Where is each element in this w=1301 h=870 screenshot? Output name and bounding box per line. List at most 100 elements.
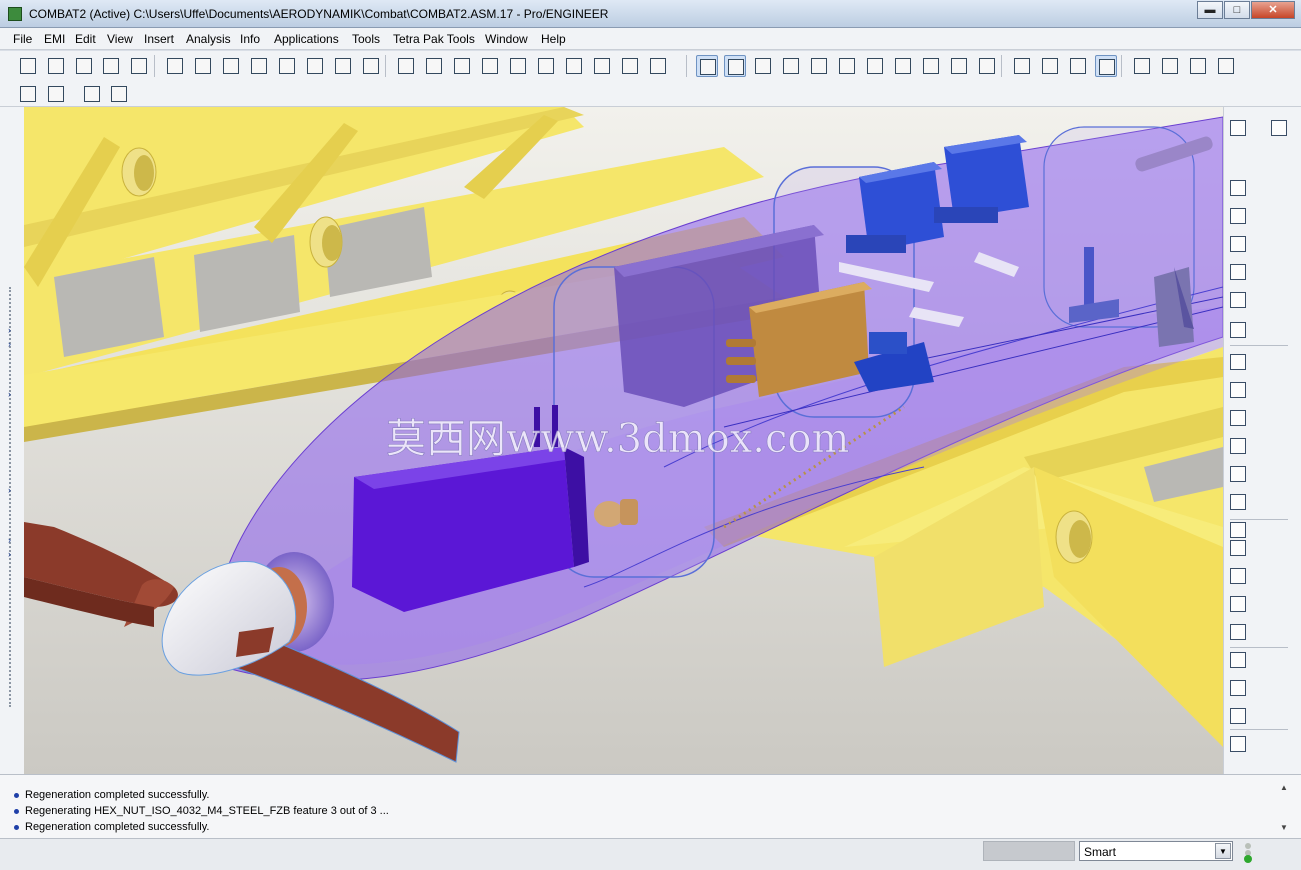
copy-icon[interactable]: [1227, 379, 1249, 401]
model-display-icon[interactable]: [976, 55, 998, 77]
sash-grip[interactable]: [9, 287, 15, 707]
menu-tetra-pak-tools[interactable]: Tetra Pak Tools: [393, 32, 475, 46]
arrow-right-icon[interactable]: [248, 55, 270, 77]
layers-icon[interactable]: [948, 55, 970, 77]
axis-icon[interactable]: [1227, 233, 1249, 255]
regenerate-tree-icon[interactable]: [563, 55, 585, 77]
cut-icon[interactable]: [451, 55, 473, 77]
blank-page-icon[interactable]: [192, 55, 214, 77]
menu-emi[interactable]: EMI: [44, 32, 65, 46]
window-icon[interactable]: [45, 55, 67, 77]
datum-points-icon[interactable]: [1187, 55, 1209, 77]
copy-icon[interactable]: [479, 55, 501, 77]
selection-filter-select[interactable]: Smart ▼: [1079, 841, 1233, 861]
expand-arrow-icon[interactable]: ›: [8, 549, 11, 559]
pan-icon[interactable]: [780, 55, 802, 77]
plane-icon[interactable]: [1227, 205, 1249, 227]
zoom-in-icon[interactable]: [808, 55, 830, 77]
menu-help[interactable]: Help: [541, 32, 566, 46]
export-pdf-icon[interactable]: [332, 55, 354, 77]
model-check-icon[interactable]: [81, 83, 103, 105]
zoom-out-icon[interactable]: [836, 55, 858, 77]
groups-icon[interactable]: [1227, 733, 1249, 755]
curve-icon[interactable]: [1227, 177, 1249, 199]
point-icon[interactable]: [1227, 289, 1249, 311]
regenerate-icon[interactable]: [100, 55, 122, 77]
menu-applications[interactable]: Applications: [274, 32, 339, 46]
no-hidden-icon[interactable]: [1067, 55, 1089, 77]
wireframe-icon[interactable]: [1011, 55, 1033, 77]
close-window-icon[interactable]: [73, 55, 95, 77]
open-folder-icon[interactable]: [220, 55, 242, 77]
selection-box-icon[interactable]: [647, 55, 669, 77]
print-preview-icon[interactable]: [304, 55, 326, 77]
sweep-icon[interactable]: [1227, 491, 1249, 513]
repaint-icon[interactable]: [696, 55, 718, 77]
refit-icon[interactable]: [864, 55, 886, 77]
menu-insert[interactable]: Insert: [144, 32, 174, 46]
shading-icon[interactable]: [1095, 55, 1117, 77]
menu-window[interactable]: Window: [485, 32, 528, 46]
save-icon[interactable]: [276, 55, 298, 77]
orient-icon[interactable]: [752, 55, 774, 77]
maximize-button[interactable]: □: [1224, 1, 1250, 19]
curve-icon-glyph: [1230, 180, 1246, 196]
chevron-down-icon[interactable]: ▼: [1215, 843, 1231, 859]
datum-planes-icon[interactable]: [1131, 55, 1153, 77]
expand-arrow-icon[interactable]: ›: [8, 535, 11, 545]
scroll-down-icon[interactable]: ▼: [1280, 823, 1288, 832]
regenerate-manager-icon[interactable]: [591, 55, 613, 77]
graphics-window[interactable]: 莫西网www.3dmox.com: [24, 107, 1223, 774]
mirror-icon[interactable]: [1268, 117, 1290, 139]
whats-this-icon[interactable]: [45, 83, 67, 105]
hidden-line-icon[interactable]: [1039, 55, 1061, 77]
expand-arrow-icon[interactable]: ›: [8, 339, 11, 349]
menu-view[interactable]: View: [107, 32, 133, 46]
find-icon[interactable]: [619, 55, 641, 77]
spin-center-icon[interactable]: [724, 55, 746, 77]
expand-arrow-icon[interactable]: ›: [8, 325, 11, 335]
help-icon[interactable]: [17, 83, 39, 105]
spline-icon[interactable]: [1227, 261, 1249, 283]
paste-icon[interactable]: [507, 55, 529, 77]
annotation-icon[interactable]: [1227, 677, 1249, 699]
scroll-up-icon[interactable]: ▲: [1280, 783, 1288, 792]
expand-arrow-icon[interactable]: ›: [8, 389, 11, 399]
datum-axes-icon[interactable]: [1159, 55, 1181, 77]
saved-views-icon[interactable]: [920, 55, 942, 77]
shell-icon[interactable]: [1227, 463, 1249, 485]
csys-icon[interactable]: [1227, 319, 1249, 341]
analysis-icon[interactable]: [1227, 351, 1249, 373]
menu-tools[interactable]: Tools: [352, 32, 380, 46]
menu-edit[interactable]: Edit: [75, 32, 96, 46]
layer-icon[interactable]: [164, 55, 186, 77]
menu-info[interactable]: Info: [240, 32, 260, 46]
toolbar-separator: [1230, 647, 1288, 648]
print-icon[interactable]: [360, 55, 382, 77]
dimension-icon[interactable]: [1227, 117, 1249, 139]
paste-special-icon[interactable]: [535, 55, 557, 77]
undo-icon[interactable]: [395, 55, 417, 77]
blend-icon[interactable]: [1227, 621, 1249, 643]
coordinate-systems-icon[interactable]: [1215, 55, 1237, 77]
menu-analysis[interactable]: Analysis: [186, 32, 231, 46]
draft-icon[interactable]: [1227, 537, 1249, 559]
pattern-icon[interactable]: [1227, 435, 1249, 457]
menu-file[interactable]: File: [13, 32, 32, 46]
message-scrollbar[interactable]: ▲ ▼: [1278, 779, 1292, 835]
boundary-icon[interactable]: [1227, 649, 1249, 671]
edit-icon[interactable]: [128, 55, 150, 77]
new-icon[interactable]: [17, 55, 39, 77]
minimize-button[interactable]: ▬: [1197, 1, 1223, 19]
expand-arrow-icon[interactable]: ›: [8, 485, 11, 495]
view-manager-icon[interactable]: [892, 55, 914, 77]
revolve-icon[interactable]: [1227, 593, 1249, 615]
zoom-out-icon-glyph: [839, 58, 855, 74]
round-icon[interactable]: [1227, 407, 1249, 429]
relations-icon[interactable]: [1227, 705, 1249, 727]
close-button[interactable]: ✕: [1251, 1, 1295, 19]
model-tree-collapsed-strip[interactable]: › › › › › ›: [0, 107, 24, 774]
model-player-icon[interactable]: [108, 83, 130, 105]
redo-icon[interactable]: [423, 55, 445, 77]
extrude-icon[interactable]: [1227, 565, 1249, 587]
